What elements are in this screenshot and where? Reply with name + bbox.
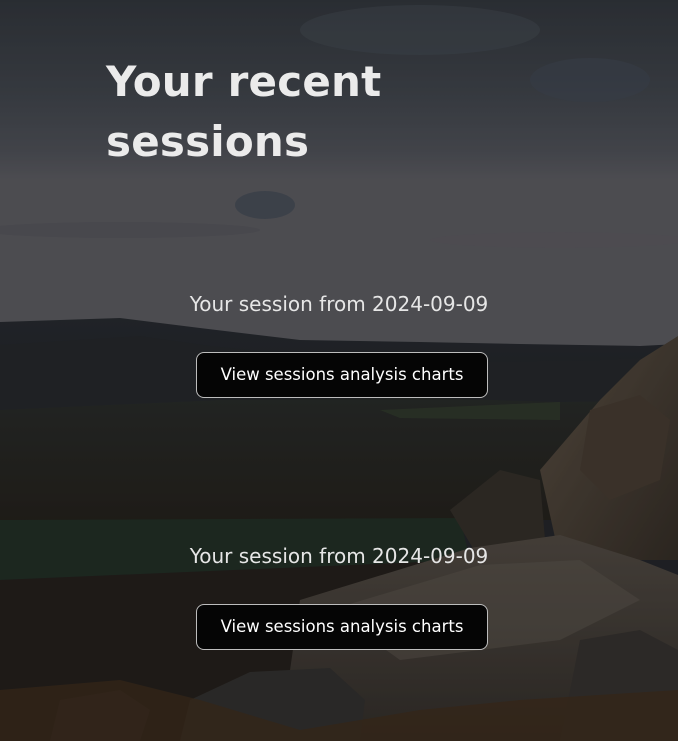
view-analysis-charts-button[interactable]: View sessions analysis charts: [196, 604, 488, 650]
session-heading: Your session from 2024-09-09: [189, 544, 489, 568]
view-analysis-charts-button[interactable]: View sessions analysis charts: [196, 352, 488, 398]
page-title: Your recent sessions: [106, 57, 382, 166]
session-heading: Your session from 2024-09-09: [189, 292, 489, 316]
